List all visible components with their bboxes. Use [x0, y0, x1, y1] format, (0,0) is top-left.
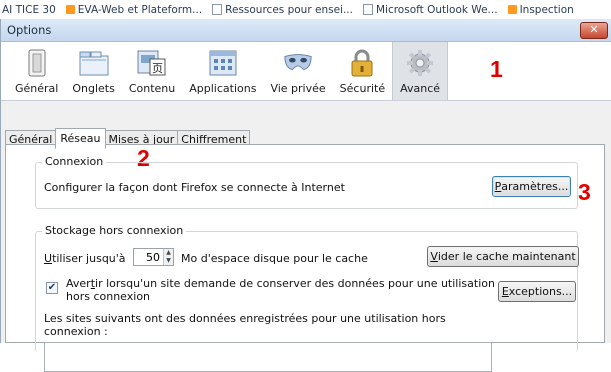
- taskbar-item-label: AI TICE 30: [2, 3, 56, 16]
- connexion-group: Connexion Configurer la façon dont Firef…: [35, 155, 578, 209]
- category-tabs[interactable]: Onglets: [65, 42, 121, 100]
- svg-text:页: 页: [152, 62, 163, 75]
- cache-size-spinner[interactable]: 50 ▲ ▼: [133, 248, 174, 266]
- offline-sites-list[interactable]: [44, 342, 492, 372]
- category-label: Contenu: [128, 82, 176, 95]
- category-label: Applications: [189, 82, 257, 95]
- offline-sites-label: Les sites suivants ont des données enreg…: [44, 312, 446, 325]
- taskbar-item-label: Ressources pour ensei...: [225, 3, 353, 16]
- accesskey: E: [501, 285, 509, 298]
- category-label: Vie privée: [270, 82, 326, 95]
- cache-limit-label: Utiliser jusqu'à: [44, 252, 126, 265]
- applications-icon: [208, 48, 238, 78]
- category-label: Avancé: [400, 82, 441, 95]
- category-privacy[interactable]: Vie privée: [263, 42, 332, 100]
- category-advanced[interactable]: Avancé: [392, 42, 449, 100]
- category-security[interactable]: Sécurité: [333, 42, 392, 100]
- content-icon: 页: [137, 48, 167, 78]
- button-label: ider le cache maintenant: [437, 250, 576, 263]
- accesskey: V: [430, 250, 438, 263]
- category-content[interactable]: 页 Contenu: [122, 42, 182, 100]
- close-button[interactable]: ✕: [580, 21, 608, 39]
- connexion-description: Configurer la façon dont Firefox se conn…: [44, 181, 345, 194]
- taskbar-item[interactable]: EVA-Web et Plateform...: [64, 4, 204, 16]
- category-toolbar: Général Onglets 页 Contenu Applications V…: [1, 42, 611, 101]
- padlock-icon: [347, 48, 377, 78]
- category-general[interactable]: Général: [8, 42, 65, 100]
- category-label: Onglets: [72, 82, 115, 95]
- rss-icon: [507, 5, 517, 14]
- network-panel: 2 Connexion Configurer la façon dont Fir…: [5, 144, 605, 372]
- category-label: Sécurité: [339, 82, 386, 95]
- page-icon: [212, 4, 223, 15]
- page-icon: [362, 4, 373, 15]
- spinner-arrows[interactable]: ▲ ▼: [163, 249, 173, 265]
- taskbar-item[interactable]: Microsoft Outlook We...: [361, 4, 500, 16]
- button-label: aramètres...: [501, 180, 569, 193]
- clear-cache-button[interactable]: Vider le cache maintenant: [427, 246, 579, 267]
- accesskey: P: [494, 180, 502, 193]
- offline-warning-label-line2: hors connexion: [66, 290, 151, 303]
- switch-icon: [22, 48, 52, 78]
- down-arrow-icon[interactable]: ▼: [164, 257, 173, 265]
- taskbar-item[interactable]: AI TICE 30: [0, 4, 58, 16]
- storage-group: Stockage hors connexion Utiliser jusqu'à…: [35, 224, 579, 372]
- annotation-number: 1: [490, 56, 503, 82]
- spinner-value: 50: [146, 250, 160, 264]
- subtab-network[interactable]: Réseau: [55, 128, 106, 149]
- gear-icon: [405, 48, 435, 78]
- taskbar-item-label: EVA-Web et Plateform...: [77, 3, 203, 16]
- label-text: tiliser jusqu'à: [52, 252, 126, 265]
- window-title: Options: [7, 23, 52, 37]
- taskbar-item[interactable]: Inspection: [506, 4, 576, 16]
- annotation-number: 3: [578, 179, 591, 205]
- options-window: Options ✕ Général Onglets 页 Contenu Appl…: [0, 19, 611, 372]
- category-applications[interactable]: Applications: [182, 42, 263, 100]
- up-arrow-icon[interactable]: ▲: [164, 249, 173, 257]
- mask-icon: [283, 48, 313, 78]
- category-label: Général: [15, 82, 59, 95]
- label-text: ir lorsqu'un site demande de conserver d…: [95, 277, 495, 290]
- label-text: Aver: [66, 277, 91, 290]
- taskbar-item[interactable]: Ressources pour ensei...: [210, 4, 355, 16]
- group-legend: Connexion: [42, 155, 107, 168]
- taskbar-item-label: Inspection: [519, 3, 574, 16]
- settings-button[interactable]: Paramètres...: [492, 176, 571, 197]
- offline-warning-checkbox[interactable]: ✔: [46, 282, 58, 294]
- taskbar: AI TICE 30 EVA-Web et Plateform... Resso…: [0, 0, 611, 20]
- offline-warning-label: Avertir lorsqu'un site demande de conser…: [66, 277, 495, 290]
- title-bar: Options ✕: [1, 19, 611, 42]
- accesskey: U: [44, 252, 53, 265]
- offline-sites-label-line2: connexion :: [44, 325, 108, 338]
- taskbar-item-label: Microsoft Outlook We...: [375, 3, 498, 16]
- exceptions-button[interactable]: Exceptions...: [498, 281, 576, 302]
- rss-icon: [65, 5, 75, 14]
- group-legend: Stockage hors connexion: [42, 224, 187, 237]
- button-label: xceptions...: [508, 285, 573, 298]
- tabs-icon: [79, 48, 109, 78]
- cache-unit-label: Mo d'espace disque pour le cache: [181, 252, 368, 265]
